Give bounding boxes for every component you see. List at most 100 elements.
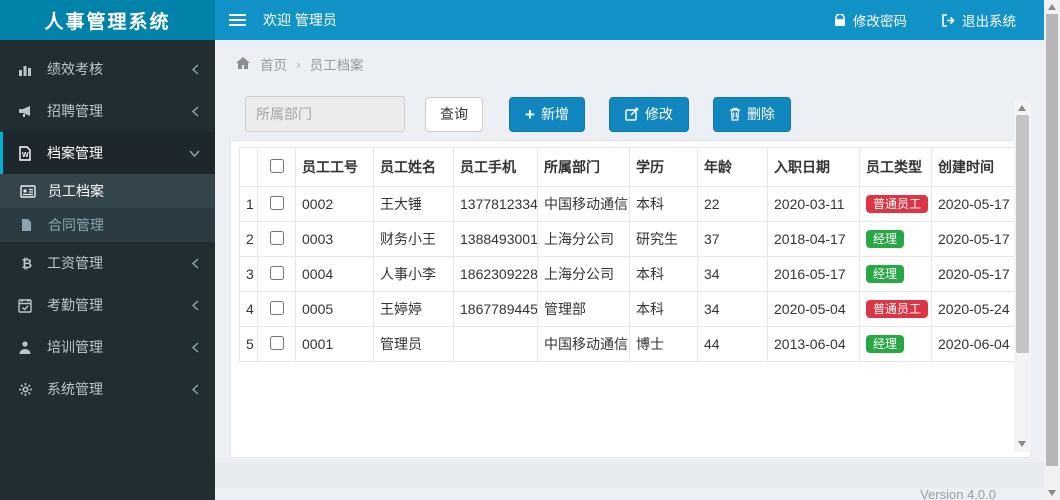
sidebar-item-attendance[interactable]: 考勤管理 (0, 284, 215, 326)
column-header-created[interactable]: 创建时间 (931, 147, 1020, 187)
emp-name-cell: 王婷婷 (373, 291, 454, 327)
scroll-down-arrow-icon[interactable] (1018, 441, 1026, 447)
chevron-left-icon (191, 105, 200, 117)
breadcrumb-home[interactable]: 首页 (260, 54, 287, 74)
sign-out-icon (941, 13, 955, 27)
delete-button[interactable]: 删除 (712, 96, 791, 132)
change-password-link[interactable]: 修改密码 (834, 10, 907, 30)
age-cell: 37 (697, 221, 768, 257)
logout-link[interactable]: 退出系统 (941, 10, 1016, 30)
sidebar-item-performance[interactable]: 绩效考核 (0, 48, 215, 90)
window-scrollbar[interactable] (1044, 0, 1060, 500)
hire-date-cell: 2018-04-17 (767, 221, 860, 257)
education-cell: 研究生 (629, 221, 698, 257)
scrollbar-thumb[interactable] (1016, 115, 1029, 353)
column-header-type[interactable]: 员工类型 (859, 147, 932, 187)
scroll-up-arrow-icon[interactable] (1018, 105, 1026, 111)
dept-cell: 上海分公司 (537, 221, 630, 257)
query-button[interactable]: 查询 (425, 96, 483, 132)
row-checkbox[interactable] (269, 265, 284, 280)
row-index-cell: 5 (239, 326, 258, 362)
sidebar-item-recruitment[interactable]: 招聘管理 (0, 90, 215, 132)
employee-type-badge: 经理 (866, 230, 905, 248)
age-cell: 44 (697, 326, 768, 362)
age-cell: 34 (697, 291, 768, 327)
calendar-check-icon (18, 298, 40, 313)
emp-type-cell: 经理 (859, 256, 932, 292)
employee-type-badge: 普通员工 (866, 300, 929, 318)
row-checkbox[interactable] (269, 300, 284, 315)
emp-name-cell: 人事小李 (373, 256, 454, 292)
scroll-down-arrow-icon[interactable] (1047, 490, 1056, 496)
table-header-row: 员工工号 员工姓名 员工手机 所属部门 学历 年龄 入职日期 员工类型 创建时间 (239, 147, 1020, 187)
created-time-cell: 2020-05-17 09 (931, 256, 1020, 292)
column-header-phone[interactable]: 员工手机 (453, 147, 538, 187)
sidebar-item-salary[interactable]: ₿ 工资管理 (0, 242, 215, 284)
education-cell: 博士 (629, 326, 698, 362)
dept-cell: 中国移动通信 (537, 326, 630, 362)
emp-no-cell: 0001 (295, 326, 374, 362)
breadcrumb-separator: › (296, 56, 301, 72)
bitcoin-icon: ₿ (18, 256, 40, 271)
home-icon[interactable] (235, 56, 251, 73)
bullhorn-icon (18, 104, 40, 119)
table-row: 2 0003 财务小王 1388493001 上海分公司 研究生 37 2018-04-17 经… (239, 221, 1020, 257)
table-row: 3 0004 人事小李 1862309228 上海分公司 本科 34 2016-05-17 经理… (239, 256, 1020, 292)
created-time-cell: 2020-05-17 09 (931, 221, 1020, 257)
file-icon (20, 218, 42, 232)
app-logo: 人事管理系统 (0, 0, 215, 40)
edit-icon (625, 107, 639, 121)
table-row: 4 0005 王婷婷 1867789445 管理部 本科 34 2020-05-04 普通员工 2… (239, 291, 1020, 327)
breadcrumb: 首页 › 员工档案 (215, 40, 1044, 74)
chevron-left-icon (191, 341, 200, 353)
column-header-emp-no[interactable]: 员工工号 (295, 147, 374, 187)
row-checkbox[interactable] (269, 335, 284, 350)
column-header-hire-date[interactable]: 入职日期 (767, 147, 860, 187)
emp-no-cell: 0003 (295, 221, 374, 257)
sidebar-toggle-icon[interactable] (215, 0, 259, 40)
sidebar-item-training[interactable]: 培训管理 (0, 326, 215, 368)
add-button[interactable]: + 新增 (509, 96, 585, 132)
row-checkbox[interactable] (269, 195, 284, 210)
table-vertical-scrollbar[interactable] (1014, 100, 1031, 452)
select-all-checkbox[interactable] (269, 158, 284, 173)
created-time-cell: 2020-05-24 21 (931, 291, 1020, 327)
edit-button[interactable]: 修改 (608, 96, 689, 132)
sidebar-item-system[interactable]: 系统管理 (0, 368, 215, 410)
row-checkbox-cell (257, 291, 296, 327)
chevron-left-icon (191, 63, 200, 75)
row-index-cell: 1 (239, 186, 258, 222)
scroll-up-arrow-icon[interactable] (1047, 4, 1056, 10)
employee-table-body: 1 0002 王大锤 1377812334 中国移动通信 本科 22 2020-03-11 普通… (239, 186, 1020, 362)
user-icon (18, 340, 40, 355)
sidebar: 绩效考核 招聘管理 W 档案管理 员工档案 合同管理 ₿ 工资管理 考勤管理 培… (0, 40, 215, 500)
trash-icon (729, 107, 741, 121)
table-row: 5 0001 管理员 中国移动通信 博士 44 2013-06-04 经理 2020-06-04… (239, 326, 1020, 362)
top-navbar: 欢迎 管理员 修改密码 退出系统 (215, 0, 1044, 40)
version-text: Version 4.0.0 (920, 487, 996, 500)
gear-icon (18, 382, 40, 397)
id-card-icon (20, 184, 42, 198)
sidebar-item-archives[interactable]: W 档案管理 (0, 132, 215, 174)
column-header-dept[interactable]: 所属部门 (537, 147, 630, 187)
submenu-item-contract-management[interactable]: 合同管理 (0, 208, 215, 242)
column-header-education[interactable]: 学历 (629, 147, 698, 187)
row-checkbox[interactable] (269, 230, 284, 245)
department-search-input[interactable] (245, 96, 405, 132)
main-content: 首页 › 员工档案 查询 + 新增 修改 删除 (215, 40, 1044, 500)
row-index-cell: 4 (239, 291, 258, 327)
row-index-cell: 2 (239, 221, 258, 257)
dept-cell: 管理部 (537, 291, 630, 327)
submenu-item-employee-archives[interactable]: 员工档案 (0, 174, 215, 208)
column-header-name[interactable]: 员工姓名 (373, 147, 454, 187)
created-time-cell: 2020-05-17 09 (931, 186, 1020, 222)
column-header-age[interactable]: 年龄 (697, 147, 768, 187)
lock-icon (834, 13, 846, 27)
chevron-left-icon (191, 383, 200, 395)
window-scrollbar-thumb[interactable] (1046, 14, 1058, 466)
row-checkbox-cell (257, 186, 296, 222)
chevron-left-icon (191, 299, 200, 311)
bar-chart-icon (18, 62, 40, 77)
archives-submenu: 员工档案 合同管理 (0, 174, 215, 242)
emp-type-cell: 普通员工 (859, 186, 932, 222)
